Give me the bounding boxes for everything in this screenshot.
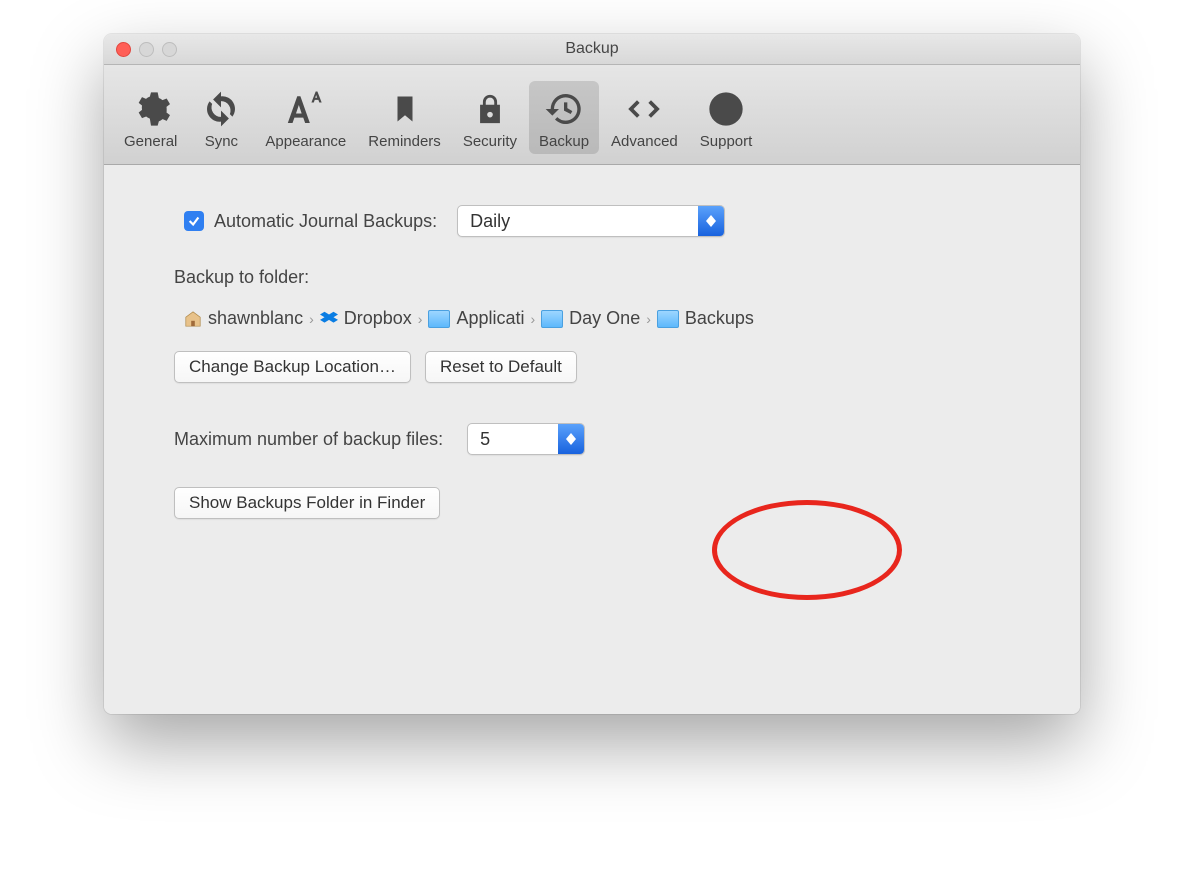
chevron-right-icon: ›	[646, 311, 651, 327]
max-files-row: Maximum number of backup files: 5	[174, 423, 1010, 455]
breadcrumb-folder[interactable]: Backups	[657, 308, 754, 329]
dropbox-icon	[320, 310, 338, 328]
chevron-right-icon: ›	[418, 311, 423, 327]
breadcrumb-folder[interactable]: Applicati	[428, 308, 524, 329]
breadcrumb-label: Applicati	[456, 308, 524, 329]
home-icon	[184, 310, 202, 328]
zoom-window-button[interactable]	[162, 42, 177, 57]
max-files-label: Maximum number of backup files:	[174, 429, 443, 450]
tab-advanced[interactable]: Advanced	[601, 81, 688, 154]
folder-icon	[541, 310, 563, 328]
preferences-toolbar: General Sync Appearance Reminders Securi	[104, 65, 1080, 165]
tab-general[interactable]: General	[114, 81, 187, 154]
tab-label: Appearance	[265, 133, 346, 150]
gear-icon	[129, 87, 173, 131]
stepper-icon	[698, 206, 724, 236]
traffic-lights	[116, 42, 177, 57]
lock-icon	[468, 87, 512, 131]
tab-label: Backup	[539, 133, 589, 150]
breadcrumb-label: Dropbox	[344, 308, 412, 329]
font-icon	[284, 87, 328, 131]
tab-label: Security	[463, 133, 517, 150]
titlebar: Backup	[104, 34, 1080, 65]
close-window-button[interactable]	[116, 42, 131, 57]
change-location-button[interactable]: Change Backup Location…	[174, 351, 411, 383]
preferences-window: Backup General Sync Appearance Reminde	[104, 34, 1080, 714]
tab-appearance[interactable]: Appearance	[255, 81, 356, 154]
tab-security[interactable]: Security	[453, 81, 527, 154]
backup-frequency-select[interactable]: Daily	[457, 205, 725, 237]
breadcrumb-label: shawnblanc	[208, 308, 303, 329]
show-in-finder-button[interactable]: Show Backups Folder in Finder	[174, 487, 440, 519]
code-icon	[622, 87, 666, 131]
folder-icon	[428, 310, 450, 328]
backup-clock-icon	[542, 87, 586, 131]
content-area: Automatic Journal Backups: Daily Backup …	[104, 165, 1080, 549]
select-value: 5	[480, 429, 490, 450]
tab-support[interactable]: Support	[690, 81, 763, 154]
tab-sync[interactable]: Sync	[189, 81, 253, 154]
tab-reminders[interactable]: Reminders	[358, 81, 451, 154]
stepper-icon	[558, 424, 584, 454]
sync-icon	[199, 87, 243, 131]
chevron-right-icon: ›	[309, 311, 314, 327]
select-value: Daily	[470, 211, 510, 232]
breadcrumb-label: Backups	[685, 308, 754, 329]
max-files-select[interactable]: 5	[467, 423, 585, 455]
folder-icon	[657, 310, 679, 328]
lifebuoy-icon	[704, 87, 748, 131]
bookmark-icon	[383, 87, 427, 131]
breadcrumb-dropbox[interactable]: Dropbox	[320, 308, 412, 329]
auto-backup-label: Automatic Journal Backups:	[214, 211, 437, 232]
folder-buttons-row: Change Backup Location… Reset to Default	[174, 351, 1010, 383]
auto-backup-checkbox[interactable]	[184, 211, 204, 231]
window-title: Backup	[565, 40, 618, 57]
chevron-right-icon: ›	[531, 311, 536, 327]
backup-path-breadcrumb[interactable]: shawnblanc › Dropbox › Applicati › Day O…	[184, 308, 1010, 329]
breadcrumb-home[interactable]: shawnblanc	[184, 308, 303, 329]
tab-label: Sync	[205, 133, 238, 150]
tab-label: Advanced	[611, 133, 678, 150]
auto-backup-row: Automatic Journal Backups: Daily	[184, 205, 1010, 237]
tab-label: Support	[700, 133, 753, 150]
tab-label: General	[124, 133, 177, 150]
minimize-window-button[interactable]	[139, 42, 154, 57]
backup-folder-title: Backup to folder:	[174, 267, 1010, 288]
reset-default-button[interactable]: Reset to Default	[425, 351, 577, 383]
breadcrumb-label: Day One	[569, 308, 640, 329]
tab-backup[interactable]: Backup	[529, 81, 599, 154]
breadcrumb-folder[interactable]: Day One	[541, 308, 640, 329]
tab-label: Reminders	[368, 133, 441, 150]
